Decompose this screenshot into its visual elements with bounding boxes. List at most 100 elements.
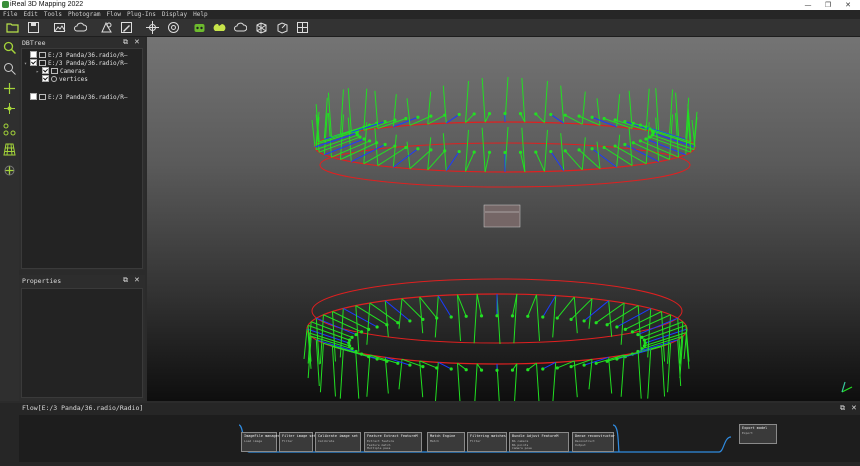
camera-point [464, 368, 468, 372]
photogram-icon[interactable] [100, 21, 113, 34]
menu-bar: File Edit Tools Photogram Flow Plug-Ins Displa… [0, 10, 860, 19]
camera-point [348, 344, 352, 348]
add-point-icon[interactable] [3, 164, 16, 177]
camera-point [408, 363, 412, 367]
flow-node-title: Calibrate image set [318, 434, 359, 438]
flow-node[interactable]: Filter image set Filter [279, 432, 316, 452]
camera-point [510, 368, 515, 372]
cloud-icon[interactable] [74, 21, 87, 34]
menu-display[interactable]: Display [159, 10, 190, 19]
camera-point [642, 338, 646, 342]
camera-frustum [620, 354, 625, 397]
tree-item-label: E:/3 Panda/36.radio/R— [48, 60, 128, 67]
camera-point [526, 314, 530, 318]
flow-node[interactable]: Bundle Adjust FeatureM BA camera BA points… [509, 432, 569, 452]
cloud-icon[interactable] [234, 21, 247, 34]
camera-frustum [419, 296, 438, 319]
checkbox-icon[interactable] [30, 51, 37, 58]
flow-node-title: Filter image set [282, 434, 316, 438]
open-folder-icon[interactable] [6, 21, 19, 34]
checkbox-icon[interactable] [30, 59, 37, 66]
target-icon[interactable] [146, 21, 159, 34]
camera-point [350, 347, 354, 351]
close-icon[interactable]: ✕ [851, 404, 857, 412]
dbtree-title: DBTree [22, 39, 46, 47]
camera-frustum [427, 91, 432, 125]
tree-item[interactable]: ▾ E:/3 Panda/36.radio/R— [24, 59, 128, 68]
camera-point [429, 114, 433, 118]
camera-frustum [464, 80, 469, 123]
tree-item-label: Cameras [60, 68, 86, 75]
save-icon[interactable] [27, 21, 40, 34]
camera-point [347, 341, 351, 345]
image-icon[interactable] [53, 21, 66, 34]
menu-help[interactable]: Help [190, 10, 210, 19]
robot-icon[interactable] [193, 21, 206, 34]
camera-frustum [392, 134, 397, 168]
3d-viewport[interactable] [147, 37, 860, 401]
menu-flow[interactable]: Flow [103, 10, 123, 19]
checkbox-icon[interactable] [42, 67, 49, 74]
flow-node[interactable]: Export model Export [739, 424, 777, 444]
camera-frustum [366, 302, 371, 345]
camera-point [563, 149, 567, 153]
camera-point [368, 139, 372, 143]
graph-icon[interactable] [3, 123, 16, 136]
tree-item[interactable]: E:/3 Panda/36.radio/R— [24, 93, 128, 102]
flow-node[interactable]: Filtering matches Filter [467, 432, 507, 452]
pivot-icon[interactable] [3, 102, 16, 115]
crosshair-icon[interactable] [167, 21, 180, 34]
checkbox-icon[interactable] [42, 75, 49, 82]
camera-frustum [544, 129, 549, 172]
edit-icon[interactable] [120, 21, 133, 34]
zoom-icon[interactable] [3, 41, 16, 54]
menu-file[interactable]: File [0, 10, 20, 19]
flow-canvas[interactable]: ImageFile manager Load image Filter image … [19, 415, 860, 462]
cloud-icon [51, 75, 57, 82]
maximize-button[interactable]: ❐ [818, 0, 838, 10]
flow-node[interactable]: Feature Extract FeatureM Extract feature F… [364, 432, 422, 452]
tree-item-label: E:/3 Panda/36.radio/R— [48, 94, 128, 101]
camera-frustum [583, 300, 609, 322]
tree-item[interactable]: vertices [36, 75, 88, 84]
close-icon[interactable]: ✕ [134, 38, 140, 46]
move-icon[interactable] [3, 82, 16, 95]
texture-icon[interactable] [296, 21, 309, 34]
float-icon[interactable]: ⧉ [840, 404, 845, 413]
menu-plugins[interactable]: Plug-Ins [124, 10, 159, 19]
flow-node[interactable]: Dense reconstructor Reconstruct Output [572, 432, 615, 452]
camera-frustum [355, 305, 360, 352]
menu-photogram[interactable]: Photogram [65, 10, 104, 19]
menu-tools[interactable]: Tools [41, 10, 65, 19]
camera-point [503, 111, 507, 116]
camera-point [613, 144, 617, 148]
camera-frustum [481, 127, 486, 172]
flow-panel: Flow[E:/3 Panda/36.radio/Radio] ⧉ ✕ Imag… [0, 403, 860, 466]
flow-node[interactable]: Calibrate image set Calibrate [315, 432, 361, 452]
menu-edit[interactable]: Edit [20, 10, 40, 19]
mesh-export-icon[interactable] [276, 21, 289, 34]
mesh-icon[interactable] [255, 21, 268, 34]
float-icon[interactable]: ⧉ [123, 38, 128, 47]
camera-point [487, 150, 492, 154]
folder-icon [39, 93, 46, 100]
close-button[interactable]: ✕ [838, 0, 858, 10]
float-icon[interactable]: ⧉ [123, 276, 128, 285]
dbtree-panel: DBTree ⧉ ✕ E:/3 Panda/36.radio/R— ▾ E:/3 … [19, 37, 145, 270]
camera-frustum [616, 349, 651, 360]
camera-point [630, 330, 634, 334]
checkbox-icon[interactable] [30, 93, 37, 100]
minimize-button[interactable]: — [798, 0, 818, 10]
camera-point [623, 142, 627, 147]
pointcloud-icon[interactable] [213, 21, 226, 34]
flow-node-title: Bundle Adjust FeatureM [512, 434, 559, 438]
flow-node[interactable]: Match Engine Match [427, 432, 465, 452]
zoom-fit-icon[interactable] [3, 62, 16, 75]
flow-node[interactable]: ImageFile manager Load image [241, 432, 280, 452]
close-icon[interactable]: ✕ [134, 276, 140, 284]
tree-item-label: vertices [59, 76, 88, 83]
flow-node-port: Calibrate [318, 439, 335, 443]
camera-frustum [427, 137, 432, 170]
grid-icon[interactable] [3, 143, 16, 156]
camera-point [408, 319, 412, 323]
